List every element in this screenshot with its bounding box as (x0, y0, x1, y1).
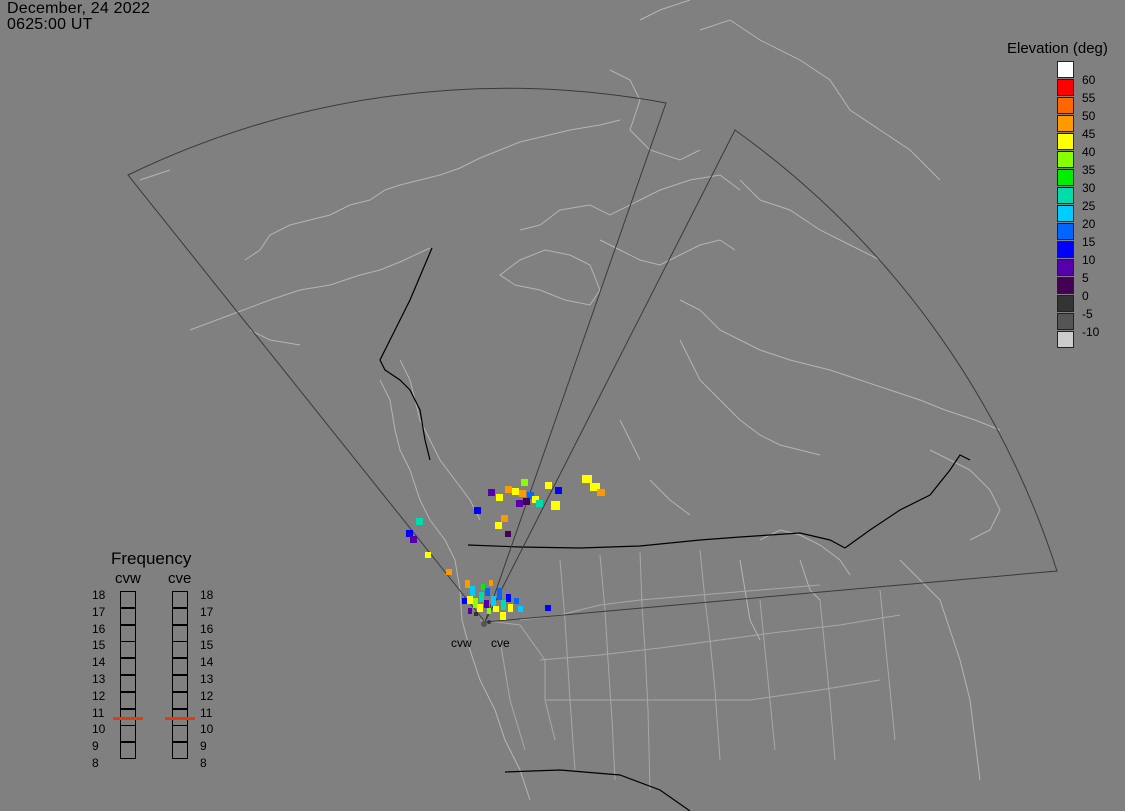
elevation-label: -10 (1082, 325, 1100, 339)
frequency-cell (120, 658, 136, 676)
elevation-swatch (1057, 169, 1074, 186)
elevation-swatch (1057, 187, 1074, 204)
frequency-scale-label: 8 (200, 756, 207, 770)
elevation-label: 35 (1082, 163, 1096, 177)
frequency-cell (120, 607, 136, 625)
elevation-label: 30 (1082, 181, 1096, 195)
frequency-cell (120, 675, 136, 692)
frequency-cell (172, 591, 188, 608)
frequency-scale-label: 8 (92, 756, 99, 770)
frequency-cell (172, 691, 188, 709)
site-label-cve: cve (491, 636, 510, 650)
frequency-scale-label: 13 (92, 672, 106, 686)
elevation-swatch (1057, 79, 1074, 96)
state-borders (479, 549, 901, 791)
frequency-scale-label: 10 (92, 722, 106, 737)
frequency-cell (172, 658, 188, 676)
frequency-scale-label: 17 (200, 604, 214, 619)
elevation-swatch (1057, 97, 1074, 114)
fields-of-view (127, 87, 1058, 624)
frequency-radar-cve-label: cve (168, 570, 192, 587)
elevation-label: 60 (1082, 73, 1096, 87)
frequency-scale-label: 17 (92, 604, 106, 619)
frequency-scale-label: 11 (92, 705, 105, 720)
elevation-swatch (1057, 133, 1074, 150)
frequency-cell (172, 675, 188, 692)
elevation-label: 20 (1082, 217, 1096, 231)
frequency-cell (120, 641, 136, 659)
elevation-swatch (1057, 259, 1074, 276)
site-label-cvw: cvw (451, 636, 472, 650)
frequency-cell (172, 742, 188, 760)
frequency-cell (172, 725, 188, 743)
elevation-label: 0 (1082, 289, 1089, 303)
elevation-swatch (1057, 61, 1074, 78)
frequency-scale-label: 15 (200, 638, 214, 653)
frequency-scale-label: 12 (92, 688, 106, 703)
time-label: 0625:00 UT (7, 16, 93, 33)
frequency-marker (165, 716, 195, 720)
elevation-swatch (1057, 241, 1074, 258)
coastlines (139, 0, 1001, 801)
elevation-swatch (1057, 313, 1074, 330)
elevation-swatch (1057, 331, 1074, 348)
frequency-scale-label: 16 (92, 621, 106, 636)
elevation-label: 10 (1082, 253, 1096, 267)
frequency-scale-label: 18 (200, 588, 214, 602)
elevation-swatch (1057, 205, 1074, 222)
frequency-scale-label: 12 (200, 688, 214, 703)
elevation-label: 15 (1082, 235, 1096, 249)
frequency-cell (120, 725, 136, 743)
frequency-scale-label: 14 (200, 655, 214, 670)
elevation-label: 45 (1082, 127, 1096, 141)
frequency-scale-label: 9 (200, 739, 207, 754)
elevation-label: 55 (1082, 91, 1096, 105)
frequency-scale-label: 16 (200, 621, 214, 636)
elevation-swatch (1057, 223, 1074, 240)
elevation-label: 40 (1082, 145, 1096, 159)
frequency-cell (172, 641, 188, 659)
elevation-label: 25 (1082, 199, 1096, 213)
frequency-scale-label: 14 (92, 655, 106, 670)
elevation-swatch (1057, 295, 1074, 312)
frequency-scale-label: 10 (200, 722, 214, 737)
elevation-swatch (1057, 115, 1074, 132)
date-label: December, 24 2022 (7, 0, 151, 17)
frequency-cell (172, 624, 188, 642)
elevation-legend-title: Elevation (deg) (1007, 40, 1108, 57)
frequency-cell (120, 691, 136, 709)
frequency-marker (113, 716, 143, 720)
frequency-cell (120, 624, 136, 642)
elevation-swatch (1057, 151, 1074, 168)
frequency-title: Frequency (111, 549, 192, 568)
elevation-swatch (1057, 277, 1074, 294)
frequency-cell (172, 607, 188, 625)
frequency-cell (120, 742, 136, 760)
frequency-scale-label: 15 (92, 638, 106, 653)
elevation-label: 50 (1082, 109, 1096, 123)
frequency-scale-label: 11 (200, 705, 213, 720)
frequency-cell (120, 591, 136, 608)
radar-map (127, 0, 1058, 811)
frequency-radar-cvw-label: cvw (115, 570, 141, 587)
elevation-label: 5 (1082, 271, 1089, 285)
elevation-label: -5 (1082, 307, 1093, 321)
country-borders (379, 247, 971, 811)
frequency-scale-label: 18 (92, 588, 106, 602)
frequency-scale-label: 13 (200, 672, 214, 686)
frequency-scale-label: 9 (92, 739, 99, 754)
